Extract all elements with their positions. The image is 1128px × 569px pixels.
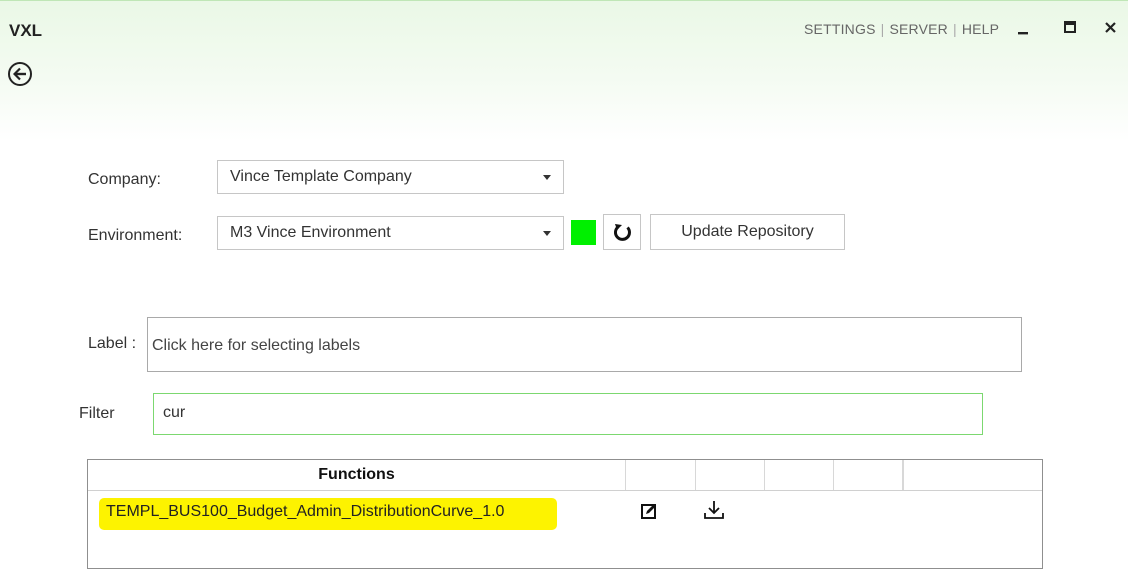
- edit-icon[interactable]: [640, 502, 658, 525]
- label-selector[interactable]: Click here for selecting labels: [147, 317, 1022, 372]
- environment-dropdown[interactable]: M3 Vince Environment: [217, 216, 564, 250]
- grid-column-header: [903, 460, 904, 490]
- label-field-label: Label :: [88, 335, 137, 352]
- minimize-icon[interactable]: [1013, 18, 1033, 38]
- menu-separator: |: [952, 21, 957, 37]
- top-menu: SETTINGS | SERVER | HELP: [804, 21, 999, 37]
- chevron-down-icon: [543, 231, 551, 236]
- back-button[interactable]: [8, 62, 32, 86]
- company-label: Company:: [88, 171, 161, 188]
- menu-separator: |: [880, 21, 885, 37]
- grid-column-header: [696, 460, 765, 490]
- menu-server[interactable]: SERVER: [889, 21, 948, 37]
- refresh-button[interactable]: [603, 214, 641, 250]
- environment-dropdown-value: M3 Vince Environment: [230, 224, 391, 241]
- company-dropdown-value: Vince Template Company: [230, 168, 412, 185]
- grid-column-header: [626, 460, 696, 490]
- grid-header: Functions: [88, 460, 1042, 491]
- download-icon[interactable]: [702, 498, 726, 527]
- refresh-icon: [613, 224, 631, 241]
- company-dropdown[interactable]: Vince Template Company: [217, 160, 564, 194]
- filter-label: Filter: [79, 405, 115, 422]
- functions-grid: Functions TEMPL_BUS100_Budget_Admin_Dist…: [87, 459, 1043, 569]
- filter-input[interactable]: cur: [153, 393, 983, 435]
- menu-help[interactable]: HELP: [962, 21, 999, 37]
- environment-label: Environment:: [88, 227, 183, 244]
- function-name[interactable]: TEMPL_BUS100_Budget_Admin_DistributionCu…: [106, 503, 504, 521]
- maximize-icon[interactable]: [1060, 18, 1080, 38]
- environment-status-indicator: [571, 220, 596, 245]
- chevron-down-icon: [543, 175, 551, 180]
- grid-column-header: [834, 460, 903, 490]
- back-arrow-icon: [13, 67, 26, 81]
- grid-column-header: [765, 460, 834, 490]
- functions-column-header[interactable]: Functions: [88, 460, 626, 490]
- menu-settings[interactable]: SETTINGS: [804, 21, 876, 37]
- close-icon[interactable]: [1101, 18, 1121, 38]
- app-title: VXL: [9, 21, 43, 40]
- update-repository-button[interactable]: Update Repository: [650, 214, 845, 250]
